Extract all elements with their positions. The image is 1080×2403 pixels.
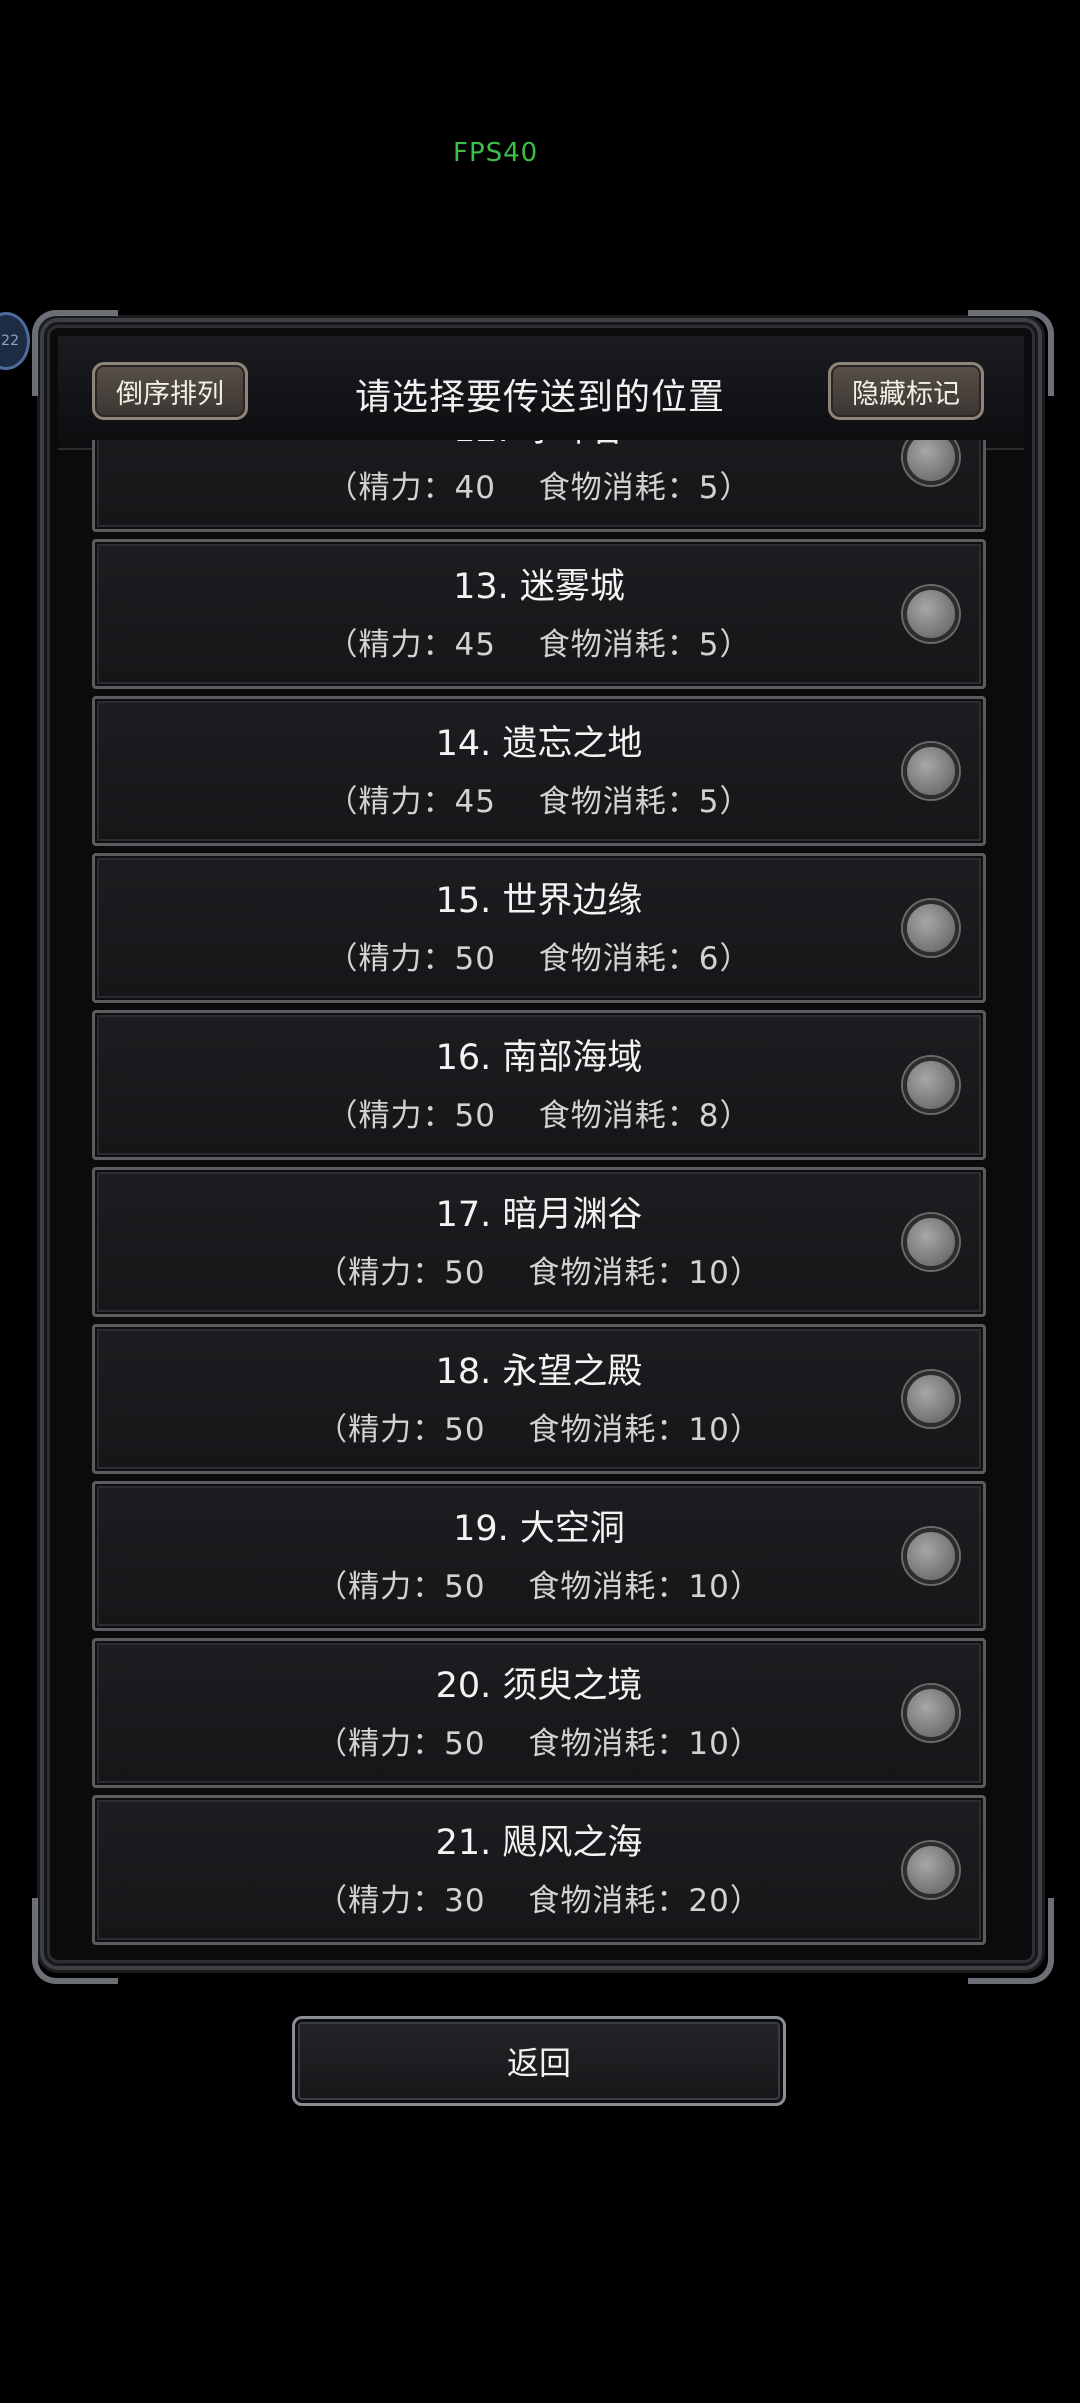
location-item[interactable]: 20. 须臾之境 （精力：50 食物消耗：10） xyxy=(92,1638,986,1788)
location-item[interactable]: 16. 南部海域 （精力：50 食物消耗：8） xyxy=(92,1010,986,1160)
location-item[interactable]: 21. 飓风之海 （精力：30 食物消耗：20） xyxy=(92,1795,986,1945)
location-name: 13. 迷雾城 xyxy=(453,567,625,607)
location-item[interactable]: 13. 迷雾城 （精力：45 食物消耗：5） xyxy=(92,539,986,689)
location-cost: （精力：40 食物消耗：5） xyxy=(326,470,752,506)
location-name: 18. 永望之殿 xyxy=(435,1352,643,1392)
location-radio[interactable] xyxy=(903,1214,959,1270)
side-notification-bubble[interactable]: 22 xyxy=(0,312,30,370)
location-radio[interactable] xyxy=(903,586,959,642)
location-item[interactable]: 15. 世界边缘 （精力：50 食物消耗：6） xyxy=(92,853,986,1003)
location-name: 15. 世界边缘 xyxy=(435,881,643,921)
location-cost: （精力：30 食物消耗：20） xyxy=(316,1883,762,1919)
location-radio[interactable] xyxy=(903,1371,959,1427)
location-cost: （精力：50 食物消耗：10） xyxy=(316,1726,762,1762)
location-item[interactable]: 17. 暗月渊谷 （精力：50 食物消耗：10） xyxy=(92,1167,986,1317)
location-cost: （精力：45 食物消耗：5） xyxy=(326,627,752,663)
location-radio[interactable] xyxy=(903,1057,959,1113)
location-cost: （精力：45 食物消耗：5） xyxy=(326,784,752,820)
location-cost: （精力：50 食物消耗：10） xyxy=(316,1569,762,1605)
back-button[interactable]: 返回 xyxy=(292,2016,786,2106)
location-radio[interactable] xyxy=(903,743,959,799)
location-name: 16. 南部海域 xyxy=(435,1038,643,1078)
location-name: 19. 大空洞 xyxy=(453,1509,625,1549)
location-name: 20. 须臾之境 xyxy=(435,1666,643,1706)
reverse-order-button[interactable]: 倒序排列 xyxy=(92,362,248,420)
hide-markers-button[interactable]: 隐藏标记 xyxy=(828,362,984,420)
location-item[interactable]: 12. 冰峰谷 （精力：40 食物消耗：5） xyxy=(92,440,986,532)
location-list[interactable]: 12. 冰峰谷 （精力：40 食物消耗：5） 13. 迷雾城 （精力：45 食物… xyxy=(92,440,986,1956)
location-item[interactable]: 18. 永望之殿 （精力：50 食物消耗：10） xyxy=(92,1324,986,1474)
location-radio[interactable] xyxy=(903,1685,959,1741)
location-name: 14. 遗忘之地 xyxy=(435,724,643,764)
location-name: 12. 冰峰谷 xyxy=(95,440,887,452)
location-cost: （精力：50 食物消耗：10） xyxy=(316,1412,762,1448)
location-cost: （精力：50 食物消耗：6） xyxy=(326,941,752,977)
location-item[interactable]: 19. 大空洞 （精力：50 食物消耗：10） xyxy=(92,1481,986,1631)
location-cost: （精力：50 食物消耗：8） xyxy=(326,1098,752,1134)
location-name: 17. 暗月渊谷 xyxy=(435,1195,643,1235)
location-radio[interactable] xyxy=(903,1528,959,1584)
location-radio[interactable] xyxy=(903,900,959,956)
location-name: 21. 飓风之海 xyxy=(435,1823,643,1863)
location-radio[interactable] xyxy=(903,440,959,485)
location-cost: （精力：50 食物消耗：10） xyxy=(316,1255,762,1291)
location-radio[interactable] xyxy=(903,1842,959,1898)
location-item[interactable]: 14. 遗忘之地 （精力：45 食物消耗：5） xyxy=(92,696,986,846)
fps-counter: FPS40 xyxy=(453,138,539,168)
